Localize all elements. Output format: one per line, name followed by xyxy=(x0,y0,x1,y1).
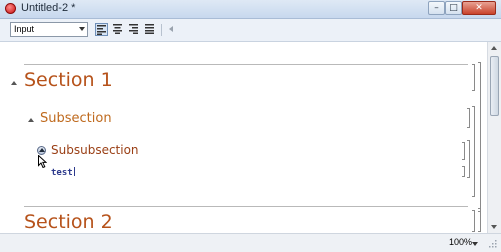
minimize-button[interactable]: – xyxy=(428,1,445,15)
mouse-pointer-icon xyxy=(38,155,47,168)
maximize-button[interactable]: □ xyxy=(445,1,462,15)
toolbar-separator xyxy=(161,24,162,36)
app-icon[interactable] xyxy=(5,3,16,14)
cell-bracket[interactable] xyxy=(462,142,465,160)
align-center-icon xyxy=(113,24,122,34)
scrollbar-thumb[interactable] xyxy=(490,56,499,116)
subsection-collapse-icon[interactable] xyxy=(28,118,34,122)
formatting-toolbar: Input xyxy=(0,19,501,42)
vertical-scrollbar[interactable] xyxy=(487,42,501,233)
input-cell-text: test xyxy=(51,168,73,178)
cell-bracket[interactable] xyxy=(478,208,481,232)
status-bar: 100% xyxy=(0,233,501,252)
cell-bracket[interactable] xyxy=(472,210,475,232)
subsubsection-heading[interactable]: Subsubsection xyxy=(51,143,139,157)
cell-bracket[interactable] xyxy=(467,108,470,128)
align-left-button[interactable] xyxy=(95,23,108,36)
cell-style-select[interactable]: Input xyxy=(10,22,88,37)
notebook-window: Untitled-2 * – □ ✕ Input Section 1 Subse… xyxy=(0,0,501,252)
justify-icon xyxy=(145,24,154,34)
window-title: Untitled-2 * xyxy=(21,2,76,14)
collapse-toolbar-icon[interactable] xyxy=(169,26,173,32)
close-icon: ✕ xyxy=(475,3,483,13)
cell-style-value: Input xyxy=(14,24,35,34)
maximize-icon: □ xyxy=(449,3,458,13)
title-bar[interactable]: Untitled-2 * – □ ✕ xyxy=(0,0,501,19)
zoom-level[interactable]: 100% xyxy=(449,237,472,247)
section-divider xyxy=(24,64,468,65)
align-right-icon xyxy=(129,24,138,34)
minimize-icon: – xyxy=(434,3,439,13)
align-center-button[interactable] xyxy=(112,23,125,36)
subsection-heading[interactable]: Subsection xyxy=(40,111,112,126)
resize-grip-icon[interactable] xyxy=(489,240,497,248)
close-button[interactable]: ✕ xyxy=(462,1,496,15)
input-cell[interactable]: test xyxy=(51,167,75,178)
justify-button[interactable] xyxy=(144,23,157,36)
cell-bracket[interactable] xyxy=(472,106,475,197)
chevron-down-icon[interactable] xyxy=(472,242,478,246)
cell-bracket[interactable] xyxy=(472,64,475,91)
align-left-icon xyxy=(97,25,106,35)
section-divider xyxy=(24,206,468,207)
scroll-up-icon[interactable] xyxy=(491,46,497,50)
text-cursor xyxy=(73,167,75,176)
section-1-collapse-icon[interactable] xyxy=(11,81,17,85)
cell-bracket[interactable] xyxy=(462,166,465,177)
section-2-heading[interactable]: Section 2 xyxy=(24,211,113,233)
subsubsection-toggle-icon[interactable] xyxy=(37,146,46,155)
section-1-heading[interactable]: Section 1 xyxy=(24,69,113,91)
cell-bracket[interactable] xyxy=(478,62,481,212)
align-right-button[interactable] xyxy=(128,23,141,36)
notebook-content[interactable]: Section 1 Subsection Subsubsection test … xyxy=(0,42,487,233)
scroll-down-icon[interactable] xyxy=(491,225,497,229)
cell-bracket[interactable] xyxy=(467,140,470,178)
chevron-down-icon xyxy=(79,27,85,31)
